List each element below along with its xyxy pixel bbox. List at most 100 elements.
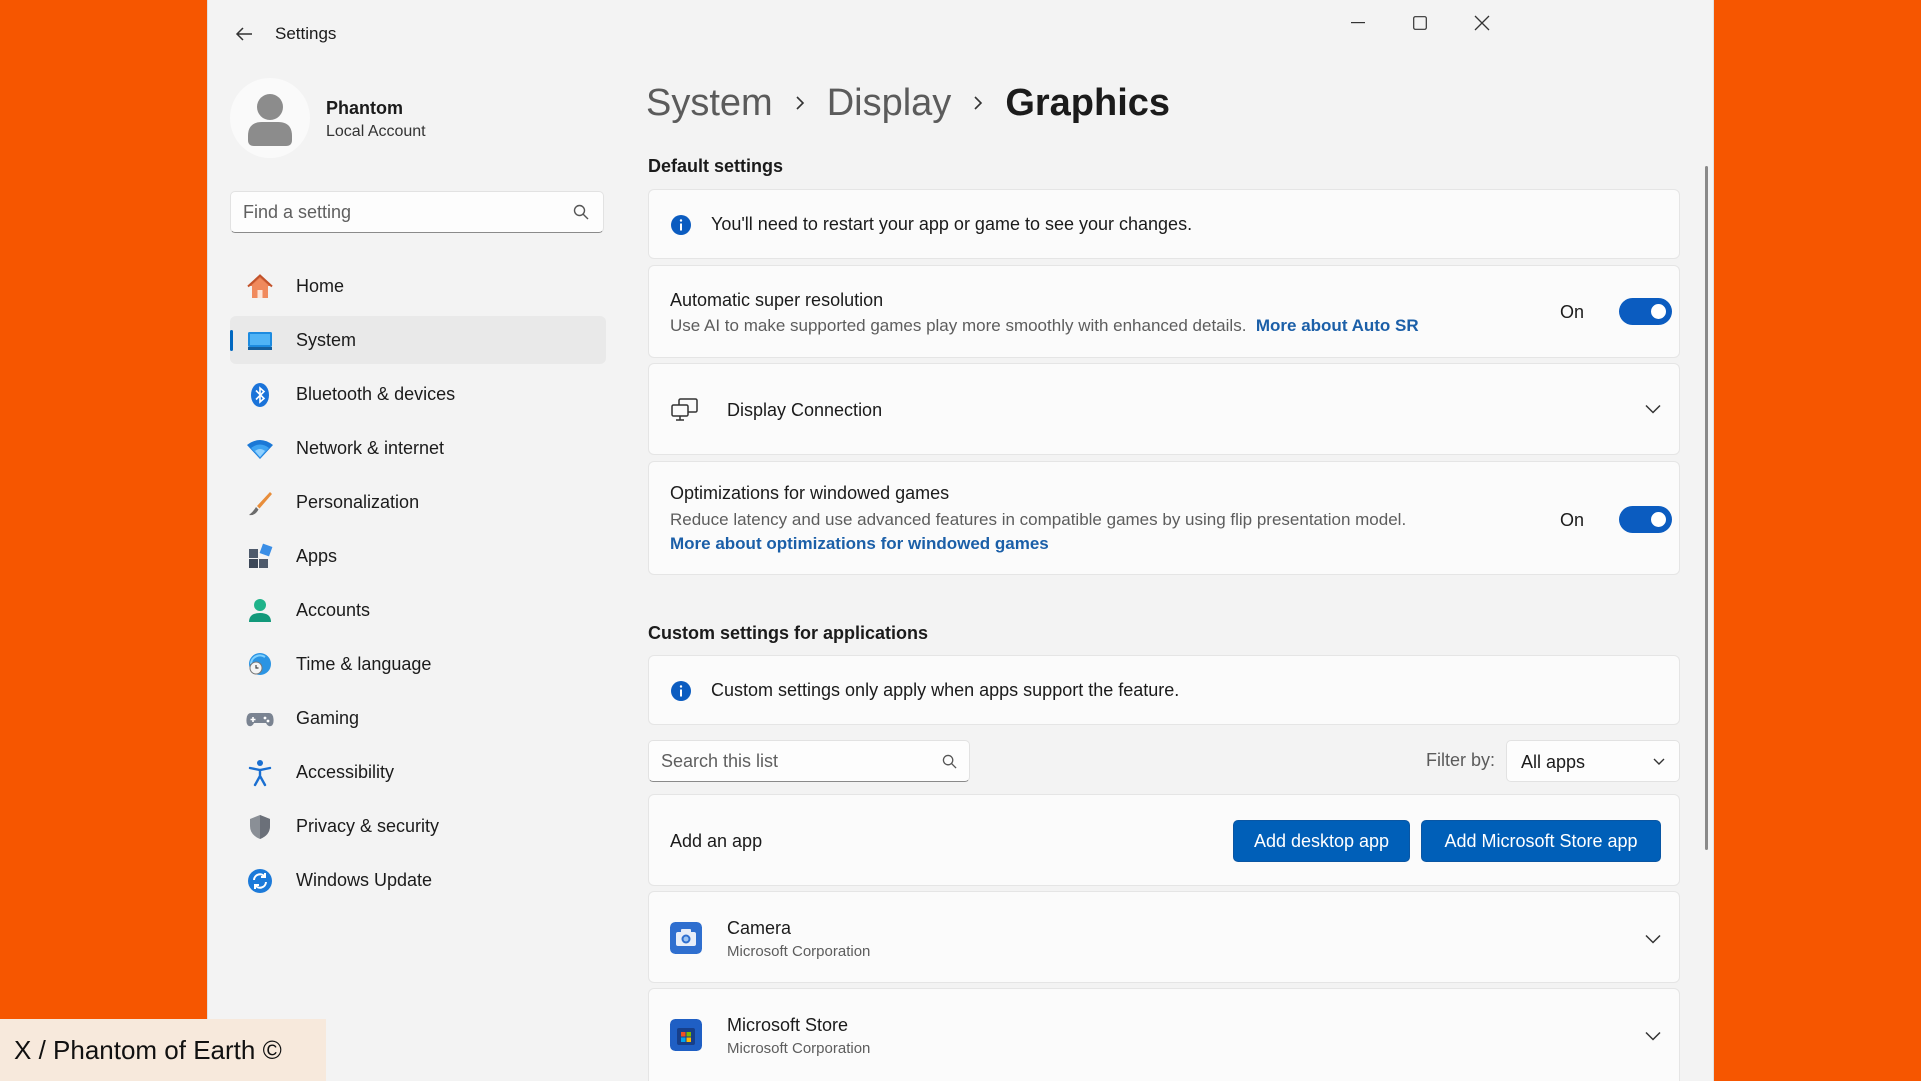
filter-dropdown[interactable]: All apps: [1506, 740, 1680, 782]
app-publisher: Microsoft Corporation: [727, 943, 871, 960]
sidebar-item-personalization[interactable]: Personalization: [230, 478, 606, 526]
add-store-app-button[interactable]: Add Microsoft Store app: [1421, 820, 1661, 862]
chevron-down-icon[interactable]: [1645, 934, 1661, 944]
avatar[interactable]: [230, 78, 310, 158]
app-list-search-box: [648, 740, 970, 782]
sidebar-item-label: Gaming: [296, 708, 360, 728]
person-icon: [249, 599, 271, 622]
auto-sr-title: Automatic super resolution: [670, 290, 884, 310]
sidebar-item-time-language[interactable]: Time & language: [230, 640, 606, 688]
watermark: X / Phantom of Earth ©: [0, 1019, 326, 1081]
breadcrumb-display[interactable]: Display: [827, 82, 952, 125]
restart-info-text: You'll need to restart your app or game …: [711, 214, 1193, 234]
maximize-button[interactable]: [1392, 6, 1448, 40]
watermark-text: X / Phantom of Earth ©: [14, 1035, 282, 1065]
toggle-knob: [1651, 512, 1666, 527]
windowed-games-toggle[interactable]: [1619, 506, 1672, 533]
windowed-games-card: Optimizations for windowed games Reduce …: [648, 461, 1680, 575]
sidebar-item-label: Privacy & security: [296, 816, 440, 836]
chevron-down-icon[interactable]: [1645, 1031, 1661, 1041]
active-indicator: [230, 330, 233, 351]
app-publisher: Microsoft Corporation: [727, 1040, 871, 1057]
auto-sr-state: On: [1560, 302, 1585, 322]
app-row-camera[interactable]: Camera Microsoft Corporation: [648, 891, 1680, 983]
sidebar-item-system[interactable]: System: [230, 316, 606, 364]
profile-name: Phantom: [326, 98, 404, 118]
camera-app-icon: [670, 922, 702, 954]
app-list-search-input[interactable]: [661, 741, 931, 781]
sidebar-item-privacy-security[interactable]: Privacy & security: [230, 802, 606, 850]
add-desktop-app-button[interactable]: Add desktop app: [1233, 820, 1410, 862]
user-avatar-icon: [248, 94, 292, 146]
add-app-label: Add an app: [670, 831, 763, 851]
sidebar-item-label: Home: [296, 276, 345, 296]
accessibility-icon: [248, 760, 272, 787]
auto-sr-toggle[interactable]: [1619, 298, 1672, 325]
sidebar-item-label: Accessibility: [296, 762, 395, 782]
sidebar-item-home[interactable]: Home: [230, 262, 606, 310]
app-name: Camera: [727, 918, 792, 938]
sidebar-item-label: Bluetooth & devices: [296, 384, 456, 404]
sidebar-item-accessibility[interactable]: Accessibility: [230, 748, 606, 796]
sidebar-nav: Home System Bluetooth & devices Network …: [230, 262, 606, 910]
sidebar-item-label: System: [296, 330, 357, 350]
info-icon: [671, 681, 691, 701]
profile-account-type: Local Account: [326, 123, 426, 140]
minimize-icon: [1351, 22, 1365, 24]
sidebar-item-gaming[interactable]: Gaming: [230, 694, 606, 742]
apps-icon: [249, 543, 273, 568]
store-app-icon: [670, 1019, 702, 1051]
sidebar-item-apps[interactable]: Apps: [230, 532, 606, 580]
close-button[interactable]: [1454, 6, 1510, 40]
sidebar-item-bluetooth[interactable]: Bluetooth & devices: [230, 370, 606, 418]
sidebar-item-label: Time & language: [296, 654, 432, 674]
windowed-games-link[interactable]: More about optimizations for windowed ga…: [670, 534, 1049, 554]
settings-search-box: [230, 191, 604, 233]
default-settings-heading: Default settings: [648, 156, 784, 176]
breadcrumb-system[interactable]: System: [646, 82, 773, 125]
display-connection-card[interactable]: Display Connection: [648, 363, 1680, 455]
sidebar-item-label: Personalization: [296, 492, 420, 512]
system-icon: [248, 332, 272, 350]
clock-globe-icon: [249, 653, 271, 675]
minimize-button[interactable]: [1330, 6, 1386, 40]
info-icon: [671, 215, 691, 235]
windowed-games-description: Reduce latency and use advanced features…: [670, 510, 1407, 529]
app-row-microsoft-store[interactable]: Microsoft Store Microsoft Corporation: [648, 988, 1680, 1081]
breadcrumb: System Display Graphics: [646, 78, 1170, 128]
chevron-down-icon: [1653, 758, 1665, 765]
app-title: Settings: [275, 24, 337, 43]
custom-info-text: Custom settings only apply when apps sup…: [711, 680, 1180, 700]
back-button[interactable]: [226, 20, 262, 48]
brush-icon: [249, 492, 272, 516]
search-icon[interactable]: [573, 204, 589, 220]
sidebar-item-accounts[interactable]: Accounts: [230, 586, 606, 634]
windowed-games-state: On: [1560, 510, 1585, 530]
sidebar-item-network[interactable]: Network & internet: [230, 424, 606, 472]
controller-icon: [246, 713, 274, 727]
auto-sr-description-text: Use AI to make supported games play more…: [670, 316, 1247, 335]
wifi-icon: [247, 440, 273, 459]
sidebar-item-label: Windows Update: [296, 870, 433, 890]
filter-selected-value: All apps: [1521, 752, 1586, 772]
sidebar-item-label: Network & internet: [296, 438, 445, 458]
home-icon: [247, 274, 273, 298]
title-bar: Settings: [208, 0, 1713, 66]
toggle-knob: [1651, 304, 1666, 319]
filter-label: Filter by:: [1426, 750, 1496, 770]
sidebar-item-label: Apps: [296, 546, 338, 566]
chevron-down-icon[interactable]: [1645, 404, 1661, 414]
settings-window: Settings Phantom Local Account Home: [207, 0, 1714, 1081]
update-icon: [248, 869, 272, 893]
scrollbar[interactable]: [1705, 166, 1708, 850]
settings-search-input[interactable]: [243, 192, 563, 232]
page-title: Graphics: [1005, 81, 1171, 124]
search-icon[interactable]: [942, 754, 957, 769]
windowed-games-title: Optimizations for windowed games: [670, 483, 950, 503]
auto-sr-link[interactable]: More about Auto SR: [1256, 316, 1419, 335]
chevron-right-icon: [973, 95, 983, 111]
close-icon: [1474, 15, 1490, 31]
sidebar-item-windows-update[interactable]: Windows Update: [230, 856, 606, 904]
display-connection-icon: [671, 398, 698, 421]
auto-sr-card: Automatic super resolution Use AI to mak…: [648, 265, 1680, 358]
